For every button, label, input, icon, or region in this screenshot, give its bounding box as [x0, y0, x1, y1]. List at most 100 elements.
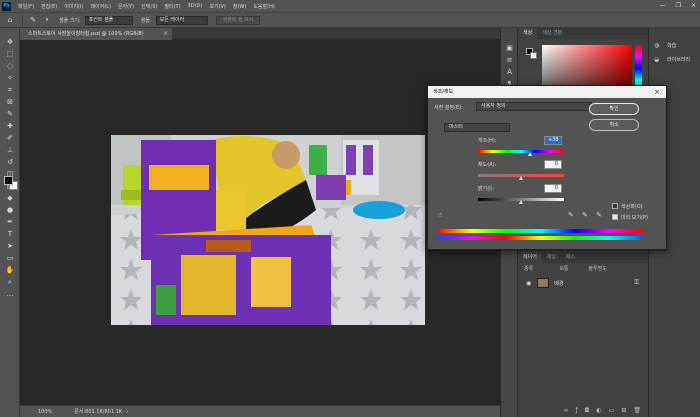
layers-panel-tabs: 레이어 채널 패스 — [518, 252, 649, 263]
tab-layers[interactable]: 레이어 — [518, 252, 542, 263]
minimize-button[interactable]: — — [660, 2, 666, 9]
dialog-title: 색조/채도 — [433, 89, 454, 95]
tools-panel: ✥ ⬚ ◌ ✧ ⌗ ⊠ ✎ ✚ ✐ ⊥ ↺ ◫ ▤ ◆ ● ✒ T ➤ ▭ ✋ … — [0, 28, 20, 417]
menu-image[interactable]: 이미지(I) — [64, 3, 83, 10]
saturation-value-field[interactable]: 0 — [544, 160, 562, 169]
dialog-title-bar[interactable]: 색조/채도 × — [428, 86, 666, 98]
document-info: 문서:801.1K/801.1K — [74, 409, 123, 415]
new-layer-icon[interactable]: ⊞ — [621, 407, 626, 414]
layer-row-background[interactable]: ◉ 배경 ⚿ — [518, 276, 649, 290]
tab-channels[interactable]: 채널 — [542, 252, 561, 263]
sample-select[interactable]: 모든 레이어 — [155, 15, 208, 25]
menu-type[interactable]: 문자(Y) — [118, 3, 134, 10]
layer-kind-select[interactable]: 종류 — [524, 265, 533, 272]
marquee-tool-icon[interactable]: ⬚ — [0, 48, 20, 60]
opacity-label[interactable]: 불투명도 — [588, 265, 606, 272]
learn-panel-item[interactable]: ◍ 학습 — [649, 38, 700, 52]
menu-edit[interactable]: 편집(E) — [41, 3, 57, 10]
preset-select[interactable]: 사용자 정의 — [476, 102, 592, 111]
history-panel-icon[interactable]: ▣ — [501, 42, 518, 54]
hue-slider-track[interactable] — [478, 150, 564, 153]
tab-swatches[interactable]: 색상 견본 — [537, 28, 567, 39]
menu-3d[interactable]: 3D(D) — [188, 3, 203, 9]
close-window-button[interactable]: ✕ — [691, 2, 696, 9]
channel-select[interactable]: 마스터 — [444, 123, 510, 132]
ok-button[interactable]: 확인 — [589, 103, 639, 115]
dialog-close-icon[interactable]: × — [654, 86, 660, 98]
hue-slider-thumb[interactable] — [527, 152, 532, 156]
delete-layer-icon[interactable]: 🗑 — [633, 407, 641, 414]
blur-tool-icon[interactable]: ◆ — [0, 192, 20, 204]
saturation-label: 채도(A): — [478, 162, 497, 168]
add-mask-icon[interactable]: ◘ — [585, 407, 590, 414]
new-group-icon[interactable]: ▭ — [609, 407, 615, 414]
menu-select[interactable]: 선택(S) — [141, 3, 157, 10]
colorize-checkbox[interactable] — [612, 203, 618, 209]
window-controls: — ❐ ✕ — [660, 2, 696, 9]
preview-checkbox[interactable] — [612, 214, 618, 220]
photoshop-logo-icon: Ps — [2, 1, 11, 11]
output-hue-bar — [437, 236, 644, 240]
document-tab[interactable]: 스마트스토어 사장놀이장터칩.psd @ 100% (RGB/8) × — [20, 28, 172, 40]
cancel-button[interactable]: 취소 — [589, 119, 639, 131]
frame-tool-icon[interactable]: ⊠ — [0, 96, 20, 108]
sample-size-select[interactable]: 포인트 샘플 — [84, 15, 133, 25]
visibility-eye-icon[interactable]: ◉ — [526, 280, 531, 287]
close-tab-icon[interactable]: × — [163, 28, 168, 40]
link-layers-icon[interactable]: ∞ — [564, 407, 569, 414]
target-adjust-hand-icon[interactable]: ☝ — [438, 211, 442, 219]
quick-select-tool-icon[interactable]: ✧ — [0, 72, 20, 84]
home-icon[interactable]: ⌂ — [6, 16, 14, 24]
character-panel-icon[interactable]: A — [501, 66, 518, 78]
lightness-value-field[interactable]: 0 — [544, 184, 562, 193]
move-tool-icon[interactable]: ✥ — [0, 36, 20, 48]
learn-label: 학습 — [667, 42, 677, 49]
menu-layer[interactable]: 레이어(L) — [90, 3, 111, 10]
properties-panel-icon[interactable]: ≡ — [501, 54, 518, 66]
libraries-panel-item[interactable]: ◒ 라이브러리 — [649, 52, 700, 66]
document-photo[interactable] — [111, 135, 425, 325]
more-tools-icon[interactable]: … — [0, 288, 20, 300]
pen-tool-icon[interactable]: ✒ — [0, 216, 20, 228]
eyedropper-subtract-icon[interactable]: ✎ — [596, 211, 602, 219]
zoom-tool-icon[interactable]: ⌕ — [0, 276, 20, 288]
menu-filter[interactable]: 필터(T) — [164, 3, 180, 10]
stamp-tool-icon[interactable]: ⊥ — [0, 144, 20, 156]
eyedropper-tool-icon[interactable]: ✎ — [29, 16, 37, 24]
eyedropper-sample-icon[interactable]: ✎ — [568, 211, 574, 219]
status-expand-icon[interactable]: › — [126, 409, 128, 415]
lasso-tool-icon[interactable]: ◌ — [0, 60, 20, 72]
eyedropper-add-icon[interactable]: ✎ — [582, 211, 588, 219]
saturation-slider-thumb[interactable] — [519, 176, 523, 180]
menu-help[interactable]: 도움말(H) — [253, 3, 274, 10]
color-swatches[interactable] — [4, 176, 20, 192]
libraries-label: 라이브러리 — [667, 56, 691, 63]
tab-color[interactable]: 색상 — [518, 28, 538, 39]
foreground-color-swatch[interactable] — [4, 176, 13, 185]
adjustment-layer-icon[interactable]: ◐ — [596, 407, 601, 414]
lightness-slider-thumb[interactable] — [519, 200, 523, 204]
tab-paths[interactable]: 패스 — [561, 252, 580, 263]
zoom-level[interactable]: 100% — [38, 409, 52, 415]
layer-style-icon[interactable]: ƒ — [576, 407, 578, 414]
color-bg-swatch[interactable] — [530, 52, 537, 59]
hand-tool-icon[interactable]: ✋ — [0, 264, 20, 276]
healing-brush-icon[interactable]: ✚ — [0, 120, 20, 132]
blend-mode-select[interactable]: 보통 — [559, 265, 568, 272]
dodge-tool-icon[interactable]: ● — [0, 204, 20, 216]
crop-tool-icon[interactable]: ⌗ — [0, 84, 20, 96]
maximize-button[interactable]: ❐ — [676, 2, 681, 9]
shape-tool-icon[interactable]: ▭ — [0, 252, 20, 264]
menu-window[interactable]: 창(W) — [233, 3, 246, 10]
menu-file[interactable]: 파일(F) — [18, 3, 34, 10]
colorize-label: 색상화(O) — [621, 204, 643, 210]
path-select-icon[interactable]: ➤ — [0, 240, 20, 252]
eyedropper-icon[interactable]: ✎ — [0, 108, 20, 120]
menu-view[interactable]: 보기(V) — [209, 3, 226, 10]
brush-tool-icon[interactable]: ✐ — [0, 132, 20, 144]
history-brush-icon[interactable]: ↺ — [0, 156, 20, 168]
show-sampling-ring-checkbox[interactable]: 샘플링 링 표시 — [215, 15, 261, 25]
type-tool-icon[interactable]: T — [0, 228, 20, 240]
hue-value-field[interactable]: +38 — [544, 136, 562, 145]
chevron-down-icon[interactable]: ▾ — [43, 16, 51, 24]
